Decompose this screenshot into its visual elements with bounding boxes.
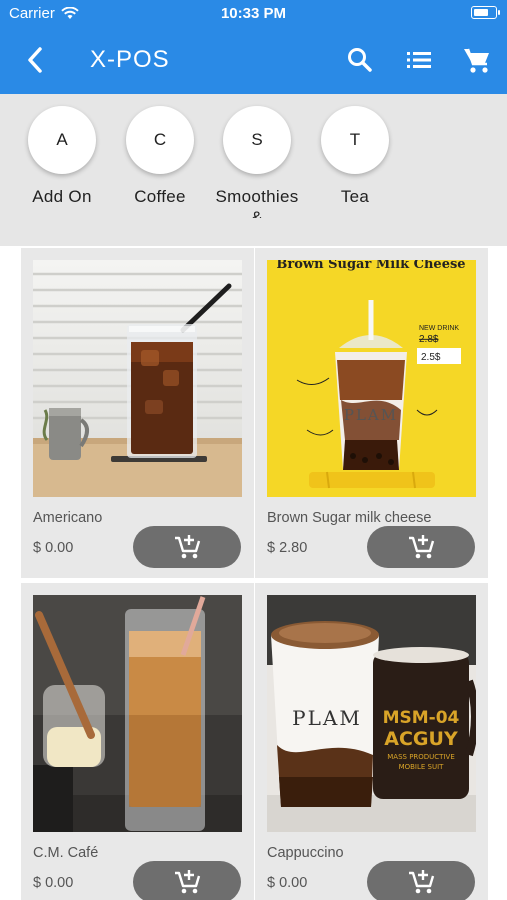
product-name: Americano (33, 510, 103, 526)
product-card-cappuccino[interactable]: PLAM MSM-04 ACGUY MASS PRODUCTIVE MOBILE… (255, 583, 488, 900)
product-price: $ 0.00 (267, 875, 308, 891)
battery-level (474, 9, 488, 16)
add-to-cart-icon (175, 870, 201, 894)
product-card-cm-cafe[interactable]: C.M. Café $ 0.00 (21, 583, 254, 900)
add-to-cart-icon (175, 535, 201, 559)
mug-line4: MOBILE SUIT (399, 763, 445, 771)
product-card-brown-sugar-milk-cheese[interactable]: Brown Sugar Milk Cheese PLAM NEW DRINK 2… (255, 248, 488, 578)
add-to-cart-icon (409, 870, 435, 894)
product-name: Brown Sugar milk cheese (267, 510, 432, 526)
category-coffee[interactable]: C Coffee (115, 106, 205, 218)
product-image[interactable] (33, 595, 242, 832)
add-to-cart-button[interactable] (367, 526, 475, 568)
new-drink-badge: NEW DRINK (419, 325, 459, 332)
cup-brand-text: PLAM (344, 406, 398, 424)
category-tea[interactable]: T Tea (310, 106, 400, 218)
category-avatar[interactable]: C (126, 106, 194, 174)
mug-line3: MASS PRODUCTIVE (387, 753, 455, 761)
old-price-tag: 2.8$ (419, 334, 439, 345)
category-label: Add On (32, 187, 92, 206)
product-name: C.M. Café (33, 845, 99, 861)
category-label: Coffee (134, 187, 186, 206)
product-image[interactable] (33, 260, 242, 497)
battery-icon (471, 6, 500, 19)
product-name: Cappuccino (267, 845, 344, 861)
product-card-americano[interactable]: Americano $ 0.00 (21, 248, 254, 578)
add-to-cart-icon (409, 535, 435, 559)
search-icon[interactable] (344, 44, 376, 76)
product-price: $ 0.00 (33, 540, 74, 556)
clock: 10:33 PM (220, 5, 287, 22)
product-image[interactable]: Brown Sugar Milk Cheese PLAM NEW DRINK 2… (267, 260, 476, 497)
cup-brand-text: PLAM (292, 706, 362, 730)
list-icon[interactable] (403, 44, 435, 76)
category-add-on[interactable]: A Add On (17, 106, 107, 218)
mug-line2: ACGUY (384, 728, 458, 750)
add-to-cart-button[interactable] (133, 861, 241, 900)
category-avatar[interactable]: T (321, 106, 389, 174)
cart-icon[interactable] (461, 44, 493, 76)
new-price-tag: 2.5$ (421, 352, 441, 363)
page-title: X-POS (90, 46, 170, 73)
app-bar: X-POS (0, 26, 507, 94)
category-avatar[interactable]: S (223, 106, 291, 174)
category-bar: A Add On C Coffee S Smoothies & T Tea (0, 94, 507, 246)
product-image[interactable]: PLAM MSM-04 ACGUY MASS PRODUCTIVE MOBILE… (267, 595, 476, 832)
category-label: Tea (340, 187, 370, 206)
add-to-cart-button[interactable] (367, 861, 475, 900)
category-avatar[interactable]: A (28, 106, 96, 174)
status-bar: Carrier 10:33 PM (0, 0, 507, 26)
back-arrow-icon[interactable] (20, 44, 52, 76)
category-label: Smoothies & (215, 187, 299, 218)
mug-line1: MSM-04 (383, 708, 460, 728)
product-grid: Americano $ 0.00 Brown Sugar Milk Cheese (0, 246, 507, 900)
product-price: $ 2.80 (267, 540, 308, 556)
category-smoothies[interactable]: S Smoothies & (212, 106, 302, 218)
add-to-cart-button[interactable] (133, 526, 241, 568)
product-price: $ 0.00 (33, 875, 74, 891)
promo-headline: Brown Sugar Milk Cheese (276, 260, 465, 272)
